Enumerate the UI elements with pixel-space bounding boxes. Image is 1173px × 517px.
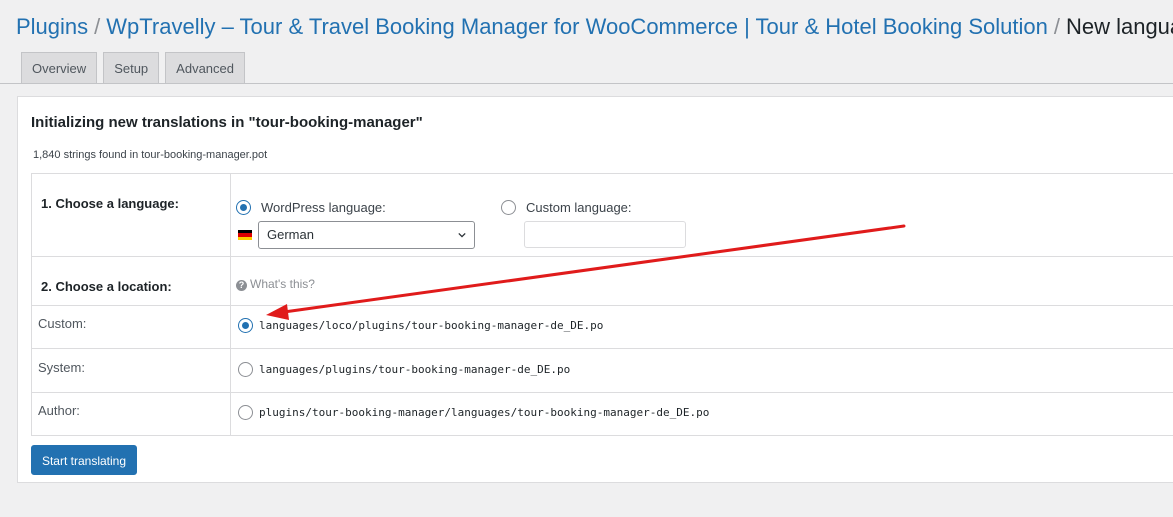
location-help-cell: ? What's this? [232,257,1173,305]
location-option-custom: Custom: languages/loco/plugins/tour-book… [32,305,1173,348]
custom-location-radio[interactable] [238,318,253,333]
tab-setup[interactable]: Setup [103,52,160,84]
custom-location-cell: languages/loco/plugins/tour-booking-mana… [232,306,1173,348]
start-translating-button[interactable]: Start translating [31,445,137,475]
wordpress-language-label: WordPress language: [261,200,386,215]
author-location-radio[interactable] [238,405,253,420]
custom-location-label: Custom: [32,306,231,348]
tab-advanced[interactable]: Advanced [165,52,245,84]
location-row: 2. Choose a location: ? What's this? [32,256,1173,305]
breadcrumb-separator: / [1053,14,1060,39]
help-icon: ? [236,280,247,291]
language-options: WordPress language: German Custom langua… [232,174,1173,256]
chevron-down-icon [458,232,466,238]
breadcrumb-plugins-link[interactable]: Plugins [16,14,88,39]
location-option-system: System: languages/plugins/tour-booking-m… [32,348,1173,392]
germany-flag-icon [238,230,252,240]
language-label: 1. Choose a language: [32,174,231,256]
author-location-label: Author: [32,393,231,435]
location-label: 2. Choose a location: [32,257,231,305]
language-select-value: German [267,227,314,242]
custom-language-label: Custom language: [526,200,632,215]
system-location-cell: languages/plugins/tour-booking-manager-d… [232,349,1173,392]
system-location-radio[interactable] [238,362,253,377]
breadcrumb: Plugins / WpTravelly – Tour & Travel Booki… [16,12,1173,42]
new-language-panel: Initializing new translations in "tour-b… [17,96,1173,483]
custom-location-path: languages/loco/plugins/tour-booking-mana… [259,319,604,332]
tab-overview[interactable]: Overview [21,52,98,84]
breadcrumb-separator: / [94,14,101,39]
system-location-label: System: [32,349,231,392]
strings-count: 1,840 strings found in tour-booking-mana… [33,149,268,161]
custom-language-input[interactable] [524,221,686,248]
panel-title: Initializing new translations in "tour-b… [31,114,423,131]
wordpress-language-radio[interactable] [236,200,251,215]
whats-this-link[interactable]: ? What's this? [236,277,315,291]
whats-this-text: What's this? [250,277,315,291]
tabs-divider [0,83,1173,84]
author-location-path: plugins/tour-booking-manager/languages/t… [259,406,710,419]
author-location-cell: plugins/tour-booking-manager/languages/t… [232,393,1173,435]
language-select[interactable]: German [258,221,475,249]
system-location-path: languages/plugins/tour-booking-manager-d… [259,363,571,376]
settings-table: 1. Choose a language: WordPress language… [31,173,1173,436]
tab-bar: Overview Setup Advanced [21,52,245,84]
language-row: 1. Choose a language: WordPress language… [32,174,1173,256]
location-option-author: Author: plugins/tour-booking-manager/lan… [32,392,1173,435]
page-title: New language [1065,14,1173,39]
breadcrumb-plugin-link[interactable]: WpTravelly – Tour & Travel Booking Manag… [106,14,1048,39]
custom-language-radio[interactable] [501,200,516,215]
